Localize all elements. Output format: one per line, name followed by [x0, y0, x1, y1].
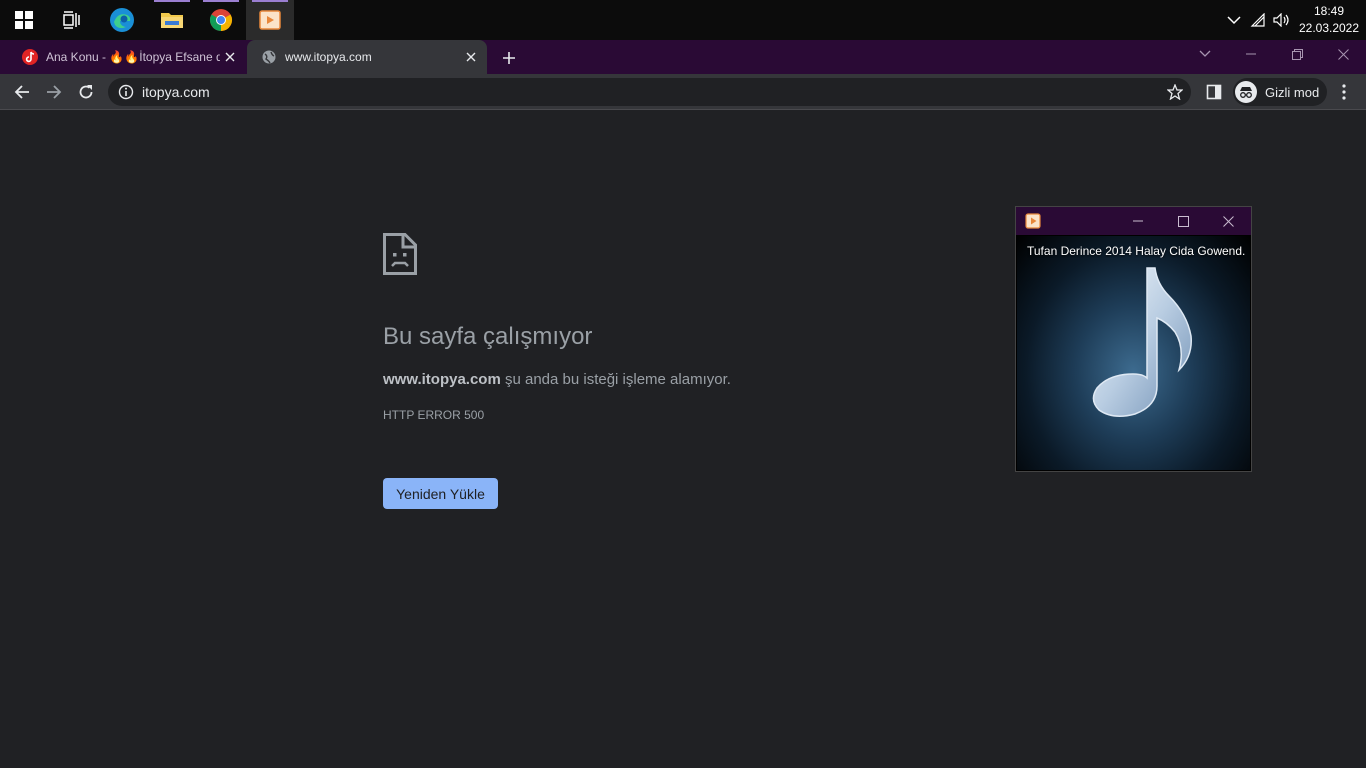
sad-page-icon	[383, 233, 417, 275]
close-icon	[225, 52, 235, 62]
minimize-icon	[1246, 53, 1256, 55]
windows-logo-icon	[15, 11, 33, 29]
tab-ana-konu[interactable]: Ana Konu - 🔥🔥İtopya Efsane do	[0, 40, 246, 74]
forward-button[interactable]	[40, 78, 68, 106]
mini-minimize-button[interactable]	[1116, 207, 1160, 235]
reload-page-button[interactable]: Yeniden Yükle	[383, 478, 498, 509]
network-button[interactable]	[1246, 0, 1270, 40]
arrow-right-icon	[47, 85, 62, 99]
new-tab-button[interactable]	[497, 46, 521, 70]
task-view-icon	[63, 11, 80, 29]
speaker-icon	[1273, 13, 1289, 27]
error-domain: www.itopya.com	[383, 371, 501, 388]
tab-title: www.itopya.com	[285, 50, 372, 64]
mini-player-title-bar[interactable]	[1016, 207, 1251, 235]
media-player-taskbar-button[interactable]	[246, 0, 294, 40]
minimize-icon	[1133, 220, 1143, 222]
tab-close-button[interactable]	[461, 47, 481, 67]
error-code: HTTP ERROR 500	[383, 408, 485, 422]
menu-button[interactable]	[1330, 78, 1358, 106]
clock-date: 22.03.2022	[1298, 21, 1360, 35]
reload-button[interactable]	[72, 78, 100, 106]
tiktok-icon	[22, 49, 38, 65]
start-button[interactable]	[0, 0, 48, 40]
close-icon	[1337, 48, 1349, 60]
bookmark-star-icon[interactable]	[1167, 84, 1183, 100]
music-note-icon	[1092, 267, 1192, 417]
back-button[interactable]	[8, 78, 36, 106]
profile-label: Gizli mod	[1265, 84, 1320, 100]
album-art: Tufan Derince 2014 Halay Cida Gowend...	[1017, 236, 1250, 470]
close-icon	[1222, 215, 1234, 227]
wifi-icon	[1250, 13, 1265, 27]
arrow-left-icon	[14, 85, 29, 99]
minimize-button[interactable]	[1228, 40, 1274, 68]
media-player-icon	[1025, 213, 1041, 229]
plus-icon	[503, 52, 515, 64]
browser-toolbar: itopya.com Gizli mod	[0, 74, 1366, 110]
restore-icon	[1291, 48, 1303, 60]
tab-strip: Ana Konu - 🔥🔥İtopya Efsane do www.itopya…	[0, 40, 1366, 74]
volume-button[interactable]	[1270, 0, 1294, 40]
tab-itopya[interactable]: www.itopya.com	[247, 40, 487, 74]
url-text[interactable]: itopya.com	[142, 78, 210, 106]
maximize-icon	[1177, 215, 1189, 227]
folder-icon	[161, 13, 183, 28]
close-window-button[interactable]	[1320, 40, 1366, 68]
side-panel-button[interactable]	[1200, 78, 1228, 106]
incognito-profile-button[interactable]: Gizli mod	[1233, 78, 1327, 106]
address-bar[interactable]: itopya.com	[108, 78, 1191, 106]
kebab-menu-icon	[1342, 84, 1346, 100]
error-heading: Bu sayfa çalışmıyor	[383, 323, 593, 350]
restore-button[interactable]	[1274, 40, 1320, 68]
tab-title: Ana Konu - 🔥🔥İtopya Efsane do	[46, 50, 220, 64]
show-hidden-icons-button[interactable]	[1222, 0, 1246, 40]
chevron-down-icon	[1199, 50, 1211, 57]
side-panel-icon	[1206, 84, 1222, 100]
chrome-taskbar-button[interactable]	[197, 0, 245, 40]
windows-taskbar: 18:49 22.03.2022	[0, 0, 1366, 40]
info-icon[interactable]	[118, 84, 134, 100]
chevron-up-icon	[1227, 16, 1241, 25]
tab-search-button[interactable]	[1182, 40, 1228, 68]
chrome-icon	[210, 9, 232, 31]
incognito-icon	[1235, 81, 1257, 103]
edge-taskbar-button[interactable]	[98, 0, 146, 40]
mini-maximize-button[interactable]	[1161, 207, 1205, 235]
media-player-mini-window[interactable]: Tufan Derince 2014 Halay Cida Gowend...	[1015, 206, 1252, 472]
mini-close-button[interactable]	[1206, 207, 1250, 235]
close-icon	[466, 52, 476, 62]
file-explorer-taskbar-button[interactable]	[148, 0, 196, 40]
edge-icon	[110, 8, 134, 32]
error-description-text: şu anda bu isteği işleme alamıyor.	[500, 371, 731, 388]
system-tray: 18:49 22.03.2022	[1222, 0, 1366, 40]
task-view-button[interactable]	[48, 0, 96, 40]
error-description: www.itopya.com şu anda bu isteği işleme …	[383, 371, 731, 388]
tab-close-button[interactable]	[220, 47, 240, 67]
clock-time: 18:49	[1313, 4, 1345, 18]
globe-icon	[262, 50, 276, 64]
clock[interactable]: 18:49 22.03.2022	[1298, 3, 1360, 37]
media-player-icon	[259, 10, 281, 30]
reload-icon	[79, 85, 93, 99]
